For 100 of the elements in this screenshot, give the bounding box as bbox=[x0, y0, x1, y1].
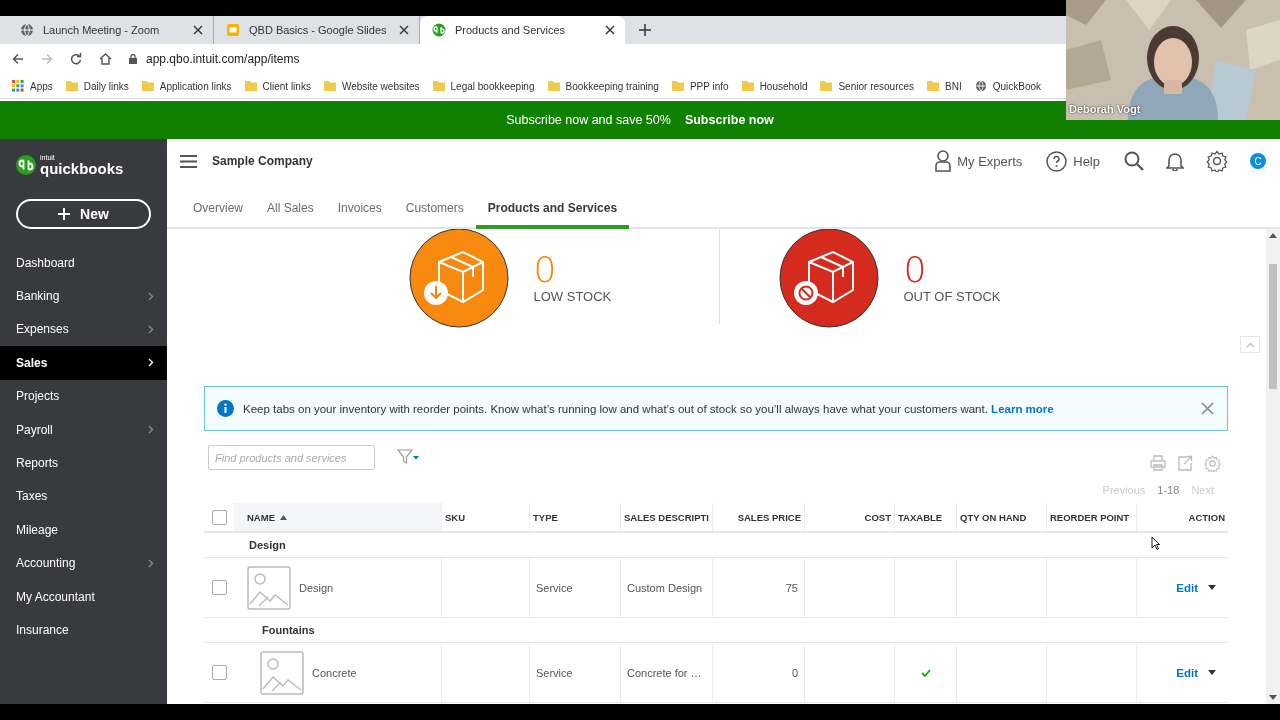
menu-icon[interactable] bbox=[180, 154, 197, 168]
folder-icon bbox=[141, 80, 154, 92]
column-header[interactable]: REORDER POINT bbox=[1047, 503, 1137, 531]
sidebar-item[interactable]: Reports bbox=[0, 446, 167, 480]
close-icon[interactable] bbox=[399, 25, 409, 35]
folder-icon bbox=[927, 80, 940, 92]
out-of-stock-icon bbox=[778, 229, 879, 328]
select-all-checkbox[interactable] bbox=[211, 509, 227, 525]
bookmark[interactable]: BNI bbox=[927, 80, 962, 92]
table-cell: Custom Design bbox=[627, 581, 703, 594]
filter-icon[interactable] bbox=[397, 449, 419, 465]
row-checkbox[interactable] bbox=[211, 665, 227, 680]
folder-icon bbox=[820, 80, 833, 92]
sidebar-item[interactable]: Insurance bbox=[0, 613, 167, 647]
nav-tab[interactable]: Products and Services bbox=[475, 201, 630, 229]
browser-tab[interactable]: Launch Meeting - Zoom bbox=[8, 16, 214, 44]
bookmark[interactable]: Client links bbox=[244, 80, 311, 92]
browser-tab[interactable]: Products and Services bbox=[420, 16, 625, 44]
sidebar-item[interactable]: Accounting bbox=[0, 546, 167, 580]
bookmark[interactable]: Website websites bbox=[323, 80, 420, 92]
bookmark[interactable]: Apps bbox=[12, 80, 53, 92]
search-field[interactable]: Find products and services bbox=[208, 445, 375, 470]
image-placeholder-icon bbox=[247, 565, 291, 610]
sidebar-item[interactable]: Sales bbox=[0, 346, 167, 380]
column-header[interactable]: TAXABLE bbox=[895, 503, 957, 531]
settings-icon[interactable] bbox=[1206, 150, 1228, 172]
table-cell: Service bbox=[536, 581, 573, 594]
bookmark[interactable]: Daily links bbox=[65, 80, 129, 92]
table-cell: Concrete bbox=[312, 666, 357, 679]
bookmark[interactable]: QuickBook bbox=[974, 80, 1042, 92]
low-stock-icon bbox=[408, 229, 509, 328]
quickbooks-logo-icon bbox=[16, 155, 36, 175]
quickbooks-icon bbox=[432, 23, 446, 37]
table-cell: Service bbox=[536, 666, 573, 679]
column-header[interactable]: TYPE bbox=[530, 503, 621, 531]
experts-link[interactable]: My Experts bbox=[935, 150, 1023, 172]
sidebar-item[interactable]: Mileage bbox=[0, 513, 167, 547]
sidebar-item[interactable]: Payroll bbox=[0, 412, 167, 447]
globe-icon bbox=[974, 80, 987, 92]
nav-tab[interactable]: Overview bbox=[181, 201, 255, 229]
bookmark[interactable]: Application links bbox=[141, 80, 232, 92]
column-header[interactable]: SKU bbox=[442, 503, 530, 531]
home-icon[interactable] bbox=[99, 53, 112, 65]
plus-icon bbox=[58, 208, 71, 220]
bookmark[interactable]: Bookkeeping training bbox=[547, 80, 659, 92]
column-header[interactable]: NAME bbox=[234, 503, 442, 531]
globe-icon bbox=[20, 23, 34, 37]
bookmark[interactable]: Senior resources bbox=[820, 80, 915, 92]
lock-icon bbox=[129, 54, 137, 64]
column-header[interactable]: ACTION bbox=[1137, 503, 1228, 531]
scrollbar-thumb[interactable] bbox=[1269, 264, 1277, 389]
help-link[interactable]: Help bbox=[1046, 150, 1100, 172]
stock-label: LOW STOCK bbox=[533, 289, 613, 304]
caret-icon[interactable] bbox=[1208, 670, 1216, 675]
table-cell: Design bbox=[299, 581, 334, 594]
apps-icon bbox=[12, 80, 24, 92]
avatar[interactable]: C bbox=[1250, 153, 1266, 169]
category-name: Fountains bbox=[262, 624, 315, 636]
nav-tab[interactable]: All Sales bbox=[255, 201, 326, 229]
browser-tab[interactable]: QBD Basics - Google Slides bbox=[214, 16, 420, 44]
search-icon[interactable] bbox=[1124, 151, 1144, 171]
cursor-icon bbox=[1151, 536, 1160, 550]
close-icon[interactable] bbox=[605, 25, 615, 35]
sidebar-item[interactable]: Taxes bbox=[0, 479, 167, 514]
address-field[interactable]: app.qbo.intuit.com/app/items bbox=[129, 47, 1029, 71]
table-cell: 0 bbox=[791, 666, 798, 679]
sidebar-item[interactable]: My Accountant bbox=[0, 579, 167, 614]
logo-text: quickbooks bbox=[40, 161, 124, 176]
close-icon[interactable] bbox=[193, 25, 203, 35]
column-header[interactable]: QTY ON HAND bbox=[957, 503, 1047, 531]
learn-more-link[interactable]: Learn more bbox=[991, 402, 1054, 415]
column-header[interactable]: SALES DESCRIPTI bbox=[621, 503, 713, 531]
scrollbar[interactable] bbox=[1266, 229, 1280, 704]
edit-link[interactable]: Edit bbox=[1176, 666, 1198, 679]
bookmark[interactable]: PPP info bbox=[671, 80, 729, 92]
folder-icon bbox=[65, 80, 78, 92]
column-header[interactable]: COST bbox=[805, 503, 895, 531]
subscribe-link[interactable]: Subscribe now bbox=[684, 113, 774, 127]
row-checkbox[interactable] bbox=[211, 580, 227, 595]
edit-link[interactable]: Edit bbox=[1176, 581, 1198, 594]
bookmark[interactable]: Legal bookkeeping bbox=[432, 80, 535, 92]
caret-icon[interactable] bbox=[1208, 585, 1216, 590]
sidebar-item[interactable]: Dashboard bbox=[0, 246, 167, 280]
sidebar-item[interactable]: Expenses bbox=[0, 312, 167, 347]
column-header[interactable]: SALES PRICE bbox=[713, 503, 805, 531]
bookmark[interactable]: Household bbox=[741, 80, 808, 92]
sidebar-item[interactable]: Banking bbox=[0, 279, 167, 313]
folder-icon bbox=[432, 80, 445, 92]
sidebar-item[interactable]: Projects bbox=[0, 379, 167, 413]
bell-icon[interactable] bbox=[1166, 151, 1184, 171]
company-name: Sample Company bbox=[212, 154, 313, 168]
plus-icon[interactable] bbox=[639, 24, 651, 36]
nav-tab[interactable]: Invoices bbox=[325, 201, 394, 229]
reload-icon[interactable] bbox=[70, 53, 82, 65]
new-button[interactable]: New bbox=[16, 199, 151, 229]
nav-tab[interactable]: Customers bbox=[393, 201, 476, 229]
person-icon bbox=[935, 150, 952, 172]
back-icon[interactable] bbox=[12, 53, 24, 65]
scroll-up-icon[interactable] bbox=[1269, 233, 1277, 238]
scroll-down-icon[interactable] bbox=[1269, 695, 1277, 700]
